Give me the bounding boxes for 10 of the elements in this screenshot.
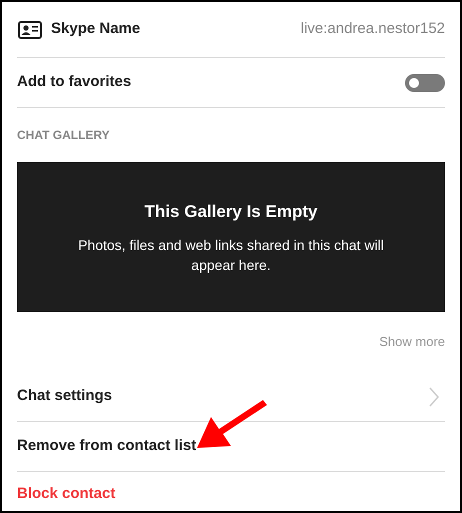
- field-label: Skype Name: [51, 19, 140, 40]
- gallery-title: This Gallery Is Empty: [144, 201, 318, 224]
- section-heading: CHAT GALLERY: [17, 127, 110, 144]
- contact-card-icon: [18, 20, 42, 38]
- skype-id: live:andrea.nestor152: [300, 19, 445, 40]
- gallery-message: Photos, files and web links shared in this chat will appear here.: [77, 236, 385, 275]
- favorites-label: Add to favorites: [17, 72, 132, 92]
- chevron-right-icon: [429, 386, 439, 406]
- menu-item[interactable]: Block contact: [17, 472, 445, 511]
- favorites-toggle[interactable]: [405, 74, 445, 92]
